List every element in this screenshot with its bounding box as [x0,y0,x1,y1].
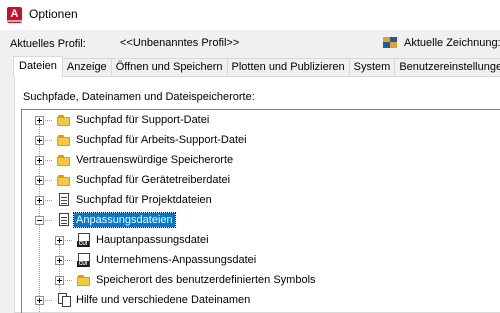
tree-item[interactable]: Suchpfad für Projektdateien [22,190,500,210]
tab-system[interactable]: System [348,58,396,77]
window-title: Optionen [29,7,78,21]
expand-button[interactable] [55,256,64,265]
tree-item-label: Hauptanpassungsdatei [96,234,209,246]
drawing-icon [383,37,397,48]
tree-item-label-selected: Anpassungsdateien [73,212,176,228]
current-profile-value: <<Unbenanntes Profil>> [120,37,240,49]
expand-button[interactable] [35,136,44,145]
tree-item-label: Suchpfad für Projektdateien [76,194,212,206]
tree-item[interactable]: Suchpfad für Arbeits-Support-Datei [22,130,500,150]
current-drawing-label: Aktuelle Zeichnung: [404,37,500,49]
tree-item-label: Speicherort des benutzerdefinierten Symb… [96,274,316,286]
tree-item-label: Suchpfad für Support-Datei [76,114,210,126]
expand-button[interactable] [35,156,44,165]
tab-benutzereinstellungen[interactable]: Benutzereinstellungen [394,58,500,77]
tree-item[interactable]: Suchpfad für Support-Datei [22,110,500,130]
tab-dateien[interactable]: Dateien [13,56,63,77]
folder-icon [57,153,71,167]
folder-icon [57,113,71,127]
document-icon [57,213,71,227]
tree-item-label: Hilfe und verschiedene Dateinamen [76,294,251,306]
tab-strip: Dateien Anzeige Öffnen und Speichern Plo… [13,56,500,77]
expand-button[interactable] [35,176,44,185]
tree-item[interactable]: Speicherort des benutzerdefinierten Symb… [22,270,500,290]
title-bar: A Optionen [0,0,500,30]
tree-item-label: Vertrauenswürdige Speicherorte [76,154,234,166]
tree-item-label: Suchpfad für Gerätetreiberdatei [76,174,231,186]
tree-item[interactable]: CUI Unternehmens-Anpassungsdatei [22,250,500,270]
stacked-documents-icon [57,293,71,307]
expand-button[interactable] [55,276,64,285]
options-dialog: Aktuelles Profil: <<Unbenanntes Profil>>… [0,30,500,313]
tab-plotten-und-publizieren[interactable]: Plotten und Publizieren [226,58,350,77]
tab-oeffnen-und-speichern[interactable]: Öffnen und Speichern [110,58,228,77]
tree-item[interactable]: Suchpfad für Gerätetreiberdatei [22,170,500,190]
search-paths-heading: Suchpfade, Dateinamen und Dateispeichero… [23,91,255,103]
tree-item[interactable]: CUI Hauptanpassungsdatei [22,230,500,250]
search-paths-tree[interactable]: Suchpfad für Support-Datei Suchpfad für … [21,109,500,313]
autocad-app-icon: A [7,7,22,23]
expand-button[interactable] [55,236,64,245]
tree-item[interactable]: Anpassungsdateien [22,210,500,230]
folder-icon [57,133,71,147]
cui-file-icon: CUI [77,253,91,267]
cui-file-icon: CUI [77,233,91,247]
expand-button[interactable] [35,116,44,125]
expand-button[interactable] [35,196,44,205]
tree-item[interactable]: Hilfe und verschiedene Dateinamen [22,290,500,310]
tree-item-label: Unternehmens-Anpassungsdatei [96,254,257,266]
collapse-button[interactable] [35,216,44,225]
tab-anzeige[interactable]: Anzeige [61,58,112,77]
expand-button[interactable] [35,296,44,305]
current-profile-label: Aktuelles Profil: [10,38,86,50]
document-icon [57,193,71,207]
tree-item-label: Suchpfad für Arbeits-Support-Datei [76,134,247,146]
folder-icon [57,173,71,187]
folder-icon [77,273,91,287]
tree-item[interactable]: Vertrauenswürdige Speicherorte [22,150,500,170]
files-tab-panel: Suchpfade, Dateinamen und Dateispeichero… [14,76,500,313]
